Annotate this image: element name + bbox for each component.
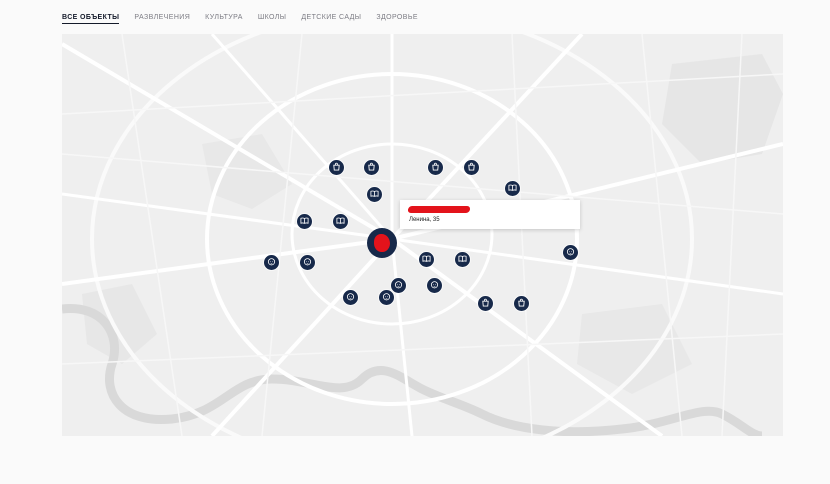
marker-shopping[interactable] [463, 158, 479, 176]
marker-shopping[interactable] [477, 294, 493, 312]
book-icon [299, 212, 309, 230]
map-view[interactable]: Ленина, 35 [62, 34, 783, 436]
redacted-image [374, 234, 390, 252]
marker-kindergarten[interactable] [378, 288, 394, 306]
book-icon [369, 185, 379, 203]
baby-icon [394, 276, 403, 294]
baby-icon [303, 253, 312, 271]
marker-culture[interactable] [332, 212, 348, 230]
marker-culture[interactable] [504, 179, 520, 197]
marker-kindergarten[interactable] [342, 288, 358, 306]
baby-icon [382, 288, 391, 306]
marker-kindergarten[interactable] [390, 276, 406, 294]
marker-shopping[interactable] [328, 158, 344, 176]
tab-culture[interactable]: КУЛЬТУРА [205, 14, 243, 24]
selected-location-marker[interactable] [367, 228, 397, 258]
bag-icon [431, 158, 440, 176]
redacted-title [407, 206, 471, 213]
marker-shopping[interactable] [427, 158, 443, 176]
baby-icon [566, 243, 575, 261]
marker-culture[interactable] [296, 212, 312, 230]
marker-shopping[interactable] [513, 294, 529, 312]
tab-all-objects[interactable]: ВСЕ ОБЪЕКТЫ [62, 14, 120, 24]
book-icon [335, 212, 345, 230]
baby-icon [267, 253, 276, 271]
marker-culture[interactable] [454, 250, 470, 268]
bag-icon [367, 158, 376, 176]
marker-culture[interactable] [366, 185, 382, 203]
baby-icon [430, 276, 439, 294]
book-icon [507, 179, 517, 197]
marker-kindergarten[interactable] [299, 253, 315, 271]
map-base [62, 34, 783, 436]
tab-health[interactable]: ЗДОРОВЬЕ [376, 14, 418, 24]
tab-entertainment[interactable]: РАЗВЛЕЧЕНИЯ [134, 14, 190, 24]
bag-icon [517, 294, 526, 312]
marker-kindergarten[interactable] [426, 276, 442, 294]
bag-icon [467, 158, 476, 176]
marker-culture[interactable] [418, 250, 434, 268]
book-icon [421, 250, 431, 268]
popup-address: Ленина, 35 [409, 217, 440, 223]
baby-icon [346, 288, 355, 306]
marker-kindergarten[interactable] [562, 243, 578, 261]
bag-icon [332, 158, 341, 176]
location-popup: Ленина, 35 [400, 200, 580, 229]
marker-kindergarten[interactable] [263, 253, 279, 271]
book-icon [457, 250, 467, 268]
marker-shopping[interactable] [363, 158, 379, 176]
category-tabs: ВСЕ ОБЪЕКТЫ РАЗВЛЕЧЕНИЯ КУЛЬТУРА ШКОЛЫ Д… [62, 14, 418, 24]
tab-kindergartens[interactable]: ДЕТСКИЕ САДЫ [301, 14, 361, 24]
tab-schools[interactable]: ШКОЛЫ [258, 14, 287, 24]
bag-icon [481, 294, 490, 312]
